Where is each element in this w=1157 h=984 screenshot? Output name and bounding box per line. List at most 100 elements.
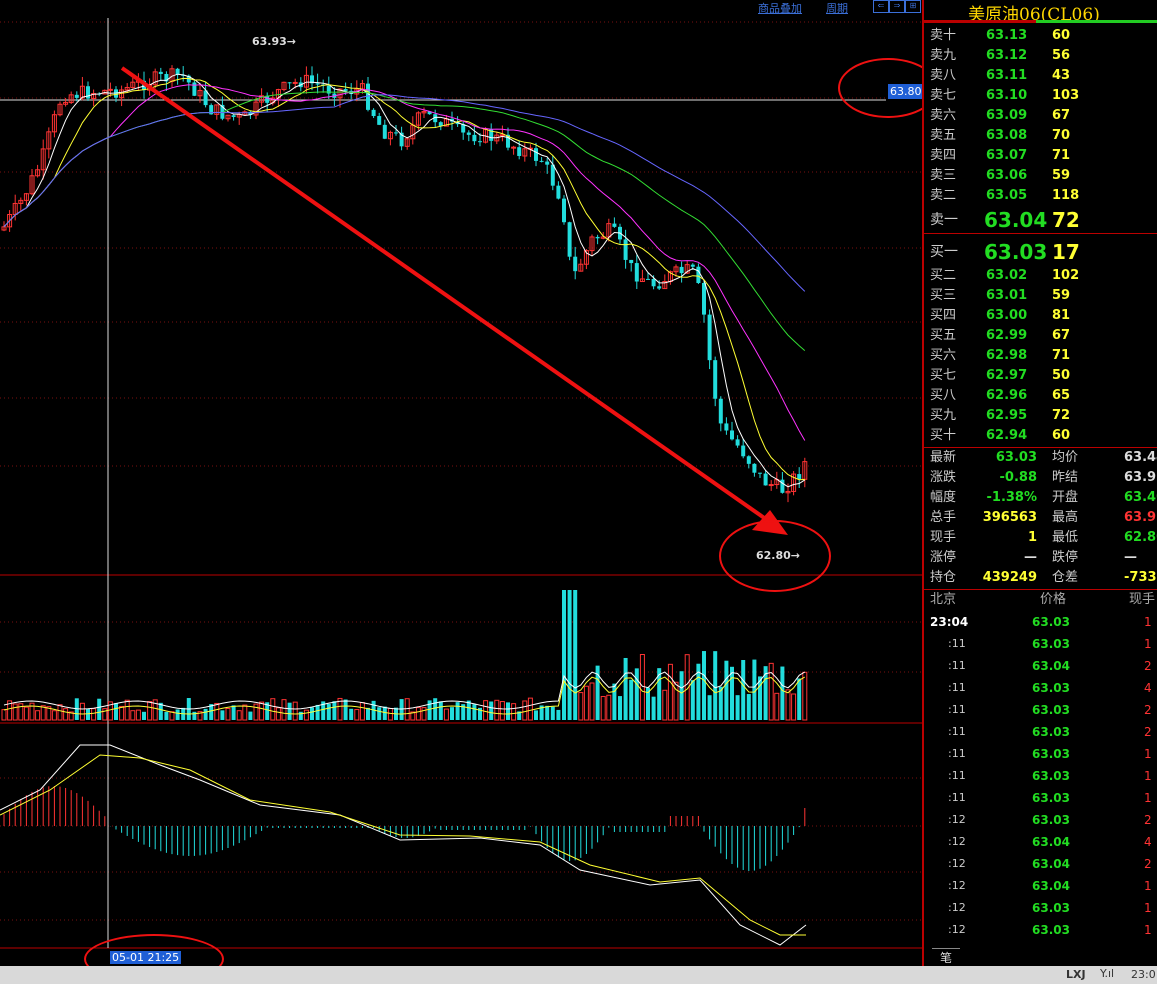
- ask-label: 卖九: [930, 48, 957, 63]
- volume-bar: [713, 651, 718, 720]
- stat-value: 63.44: [1124, 450, 1157, 465]
- tick-row[interactable]: :11 63.03 1: [924, 765, 1157, 787]
- candle-body: [651, 278, 656, 287]
- tick-row[interactable]: :11 63.03 1: [924, 787, 1157, 809]
- volume-bar: [142, 711, 146, 720]
- overlay-commodity-link[interactable]: 商品叠加: [758, 0, 802, 16]
- volume-bar: [270, 698, 276, 721]
- tick-row[interactable]: :11 63.03 1: [924, 743, 1157, 765]
- volume-bar: [639, 654, 645, 721]
- bid-volume: 17: [1052, 240, 1080, 264]
- bid-row[interactable]: 买八 62.96 65: [924, 386, 1157, 406]
- candle-body: [623, 239, 628, 260]
- ask-row[interactable]: 卖九 63.12 56: [924, 46, 1157, 66]
- ask-row[interactable]: 卖六 63.09 67: [924, 106, 1157, 126]
- candle-body: [741, 445, 746, 457]
- tick-row[interactable]: :12 63.03 1: [924, 897, 1157, 919]
- tab-trades[interactable]: 笔: [932, 948, 960, 967]
- bid-row[interactable]: 买三 63.01 59: [924, 286, 1157, 306]
- tick-row[interactable]: :11 63.04 2: [924, 655, 1157, 677]
- bid-volume: 71: [1052, 348, 1071, 363]
- candle-body: [646, 278, 650, 280]
- ask-row[interactable]: 卖一 63.04 72: [924, 206, 1157, 234]
- ask-price: 63.09: [986, 108, 1028, 123]
- ask-row[interactable]: 卖二 63.05 118: [924, 186, 1157, 206]
- chart-area[interactable]: 商品叠加 周期 ⇐ ⇒ ⊞ 63.93→ 62.80→ 63.80 05-01 …: [0, 0, 938, 984]
- stat-label: 昨结: [1052, 470, 1079, 485]
- ma-line-60: [3, 94, 806, 292]
- trend-arrow-line: [120, 66, 772, 524]
- nav-prev-icon[interactable]: ⇐: [873, 0, 889, 13]
- tick-row[interactable]: :11 63.03 2: [924, 699, 1157, 721]
- volume-bar: [275, 707, 281, 721]
- tick-price: 63.04: [1032, 879, 1070, 893]
- annotation-circle-low: [719, 520, 831, 592]
- kline-chart[interactable]: [0, 0, 922, 966]
- bid-row[interactable]: 买二 63.02 102: [924, 266, 1157, 286]
- tick-time: 23:04: [930, 615, 969, 629]
- bid-label: 买二: [930, 268, 957, 283]
- ticks-header-time: 北京: [930, 592, 957, 607]
- tick-row[interactable]: :12 63.04 4: [924, 831, 1157, 853]
- bid-row[interactable]: 买七 62.97 50: [924, 366, 1157, 386]
- candle-body: [394, 132, 398, 134]
- volume-bar: [359, 702, 365, 721]
- candle-body: [231, 115, 236, 118]
- candle-body: [478, 141, 482, 143]
- volume-bar: [724, 660, 729, 720]
- volume-bar: [332, 701, 337, 720]
- bid-row[interactable]: 买十 62.94 60: [924, 426, 1157, 446]
- tick-row[interactable]: :12 63.03 2: [924, 809, 1157, 831]
- nav-next-icon[interactable]: ⇒: [889, 0, 905, 13]
- tick-row[interactable]: :12 63.04 2: [924, 853, 1157, 875]
- volume-bar: [366, 707, 370, 720]
- volume-bar: [522, 700, 528, 721]
- ask-volume: 118: [1052, 188, 1080, 203]
- ask-volume: 70: [1052, 128, 1071, 143]
- tick-row[interactable]: :11 63.03 1: [924, 633, 1157, 655]
- bid-row[interactable]: 买五 62.99 67: [924, 326, 1157, 346]
- ask-row[interactable]: 卖八 63.11 43: [924, 66, 1157, 86]
- bid-row[interactable]: 买四 63.00 81: [924, 306, 1157, 326]
- tick-price: 63.03: [1032, 703, 1070, 717]
- tick-row[interactable]: :12 63.04 1: [924, 875, 1157, 897]
- candle-body: [382, 124, 387, 139]
- tick-row[interactable]: 23:04 63.03 1: [924, 611, 1157, 633]
- stat-label: 总手: [930, 510, 957, 525]
- tick-volume: 2: [1144, 659, 1152, 673]
- ask-row[interactable]: 卖三 63.06 59: [924, 166, 1157, 186]
- candle-body: [763, 473, 768, 486]
- volume-bar: [404, 698, 410, 721]
- ask-label: 卖二: [930, 188, 957, 203]
- ask-row[interactable]: 卖四 63.07 71: [924, 146, 1157, 166]
- bid-row[interactable]: 买六 62.98 71: [924, 346, 1157, 366]
- tick-row[interactable]: :12 63.03 1: [924, 919, 1157, 941]
- candle-body: [730, 430, 734, 440]
- stat-label: 开盘: [1052, 490, 1079, 505]
- bid-price: 62.98: [986, 348, 1028, 363]
- period-link[interactable]: 周期: [826, 0, 848, 16]
- tick-row[interactable]: :11 63.03 4: [924, 677, 1157, 699]
- volume-bar: [315, 704, 320, 720]
- volume-bar: [169, 711, 175, 721]
- tick-row[interactable]: :11 63.03 2: [924, 721, 1157, 743]
- bid-volume: 67: [1052, 328, 1071, 343]
- ask-price: 63.05: [986, 188, 1028, 203]
- nav-lock-icon[interactable]: ⊞: [905, 0, 921, 13]
- ask-label: 卖五: [930, 128, 957, 143]
- volume-bar: [248, 711, 253, 720]
- ask-row[interactable]: 卖十 63.13 60: [924, 26, 1157, 46]
- status-bar: LXJ Y.ıl 23:0: [0, 966, 1157, 984]
- bid-row[interactable]: 买一 63.03 17: [924, 238, 1157, 266]
- bid-price: 63.01: [986, 288, 1028, 303]
- macd-dif-line: [0, 744, 807, 946]
- candle-body: [539, 160, 544, 162]
- ask-row[interactable]: 卖五 63.08 70: [924, 126, 1157, 146]
- tick-time: :11: [948, 659, 966, 672]
- tick-price: 63.03: [1032, 901, 1070, 915]
- ask-row[interactable]: 卖七 63.10 103: [924, 86, 1157, 106]
- volume-bar: [51, 710, 57, 721]
- volume-bar: [578, 692, 584, 721]
- bid-row[interactable]: 买九 62.95 72: [924, 406, 1157, 426]
- bid-price: 62.96: [986, 388, 1028, 403]
